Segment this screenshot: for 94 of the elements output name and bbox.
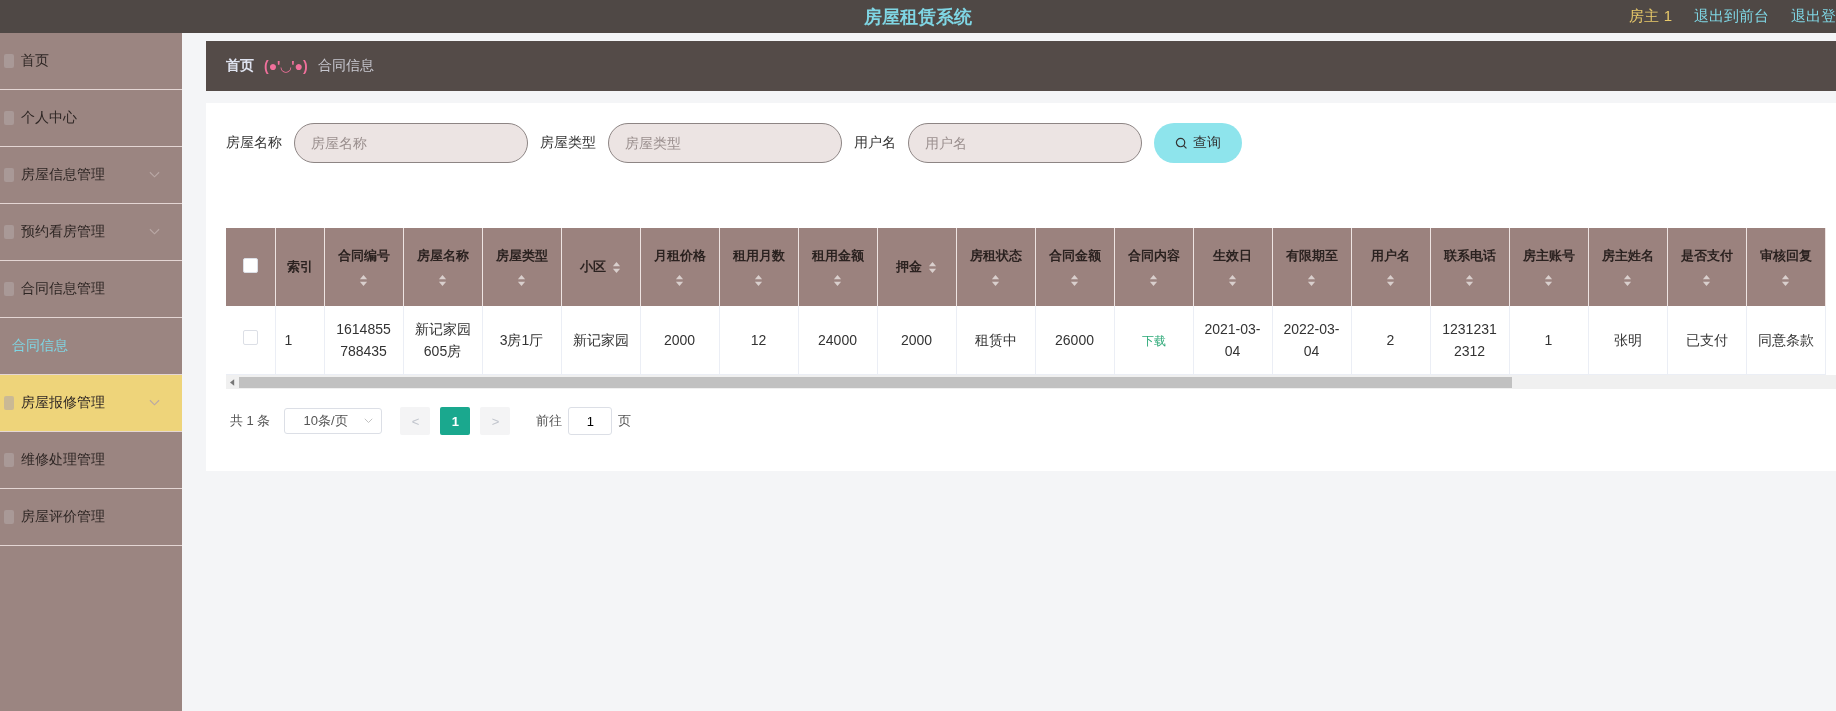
menu-item[interactable]: 预约看房管理 <box>0 204 182 261</box>
breadcrumb-current: 合同信息 <box>317 57 374 75</box>
column-header[interactable]: 合同编号 <box>324 228 403 306</box>
column-header[interactable]: 房租状态 <box>956 228 1035 306</box>
menu-item[interactable]: 房屋信息管理 <box>0 147 182 204</box>
search-field[interactable]: 房屋类型 <box>608 123 842 163</box>
goto-page-field[interactable]: 1 <box>568 407 613 435</box>
column-header[interactable]: 月租价格 <box>640 228 719 306</box>
sort-icon[interactable] <box>991 274 1000 287</box>
sort-icon[interactable] <box>1307 274 1316 287</box>
column-header[interactable]: 房屋类型 <box>482 228 561 306</box>
table-cell: 2022-03-04 <box>1283 321 1340 359</box>
page-size-select[interactable]: 10条/页 <box>284 408 383 434</box>
table-cell: 1 <box>1544 332 1553 348</box>
table-cell: 已支付 <box>1685 332 1728 348</box>
app-title: 房屋租赁系统 <box>864 5 972 29</box>
table-cell: 2000 <box>900 332 933 348</box>
table-cell: 2 <box>1386 332 1395 348</box>
sort-icon[interactable] <box>1070 274 1079 287</box>
column-header[interactable]: 押金 <box>877 228 956 306</box>
field-label: 用户名 <box>854 134 896 152</box>
sort-icon[interactable] <box>359 274 368 287</box>
column-header[interactable]: 房屋名称 <box>403 228 482 306</box>
sort-icon[interactable] <box>1781 274 1790 287</box>
column-header[interactable]: 审核回复 <box>1746 228 1825 306</box>
menu-item[interactable]: 首页 <box>0 33 182 90</box>
table-cell: 1 <box>284 332 293 348</box>
menu-item[interactable]: 房屋评价管理 <box>0 489 182 546</box>
search-field[interactable]: 房屋名称 <box>294 123 528 163</box>
total-count: 共 1 条 <box>230 412 271 430</box>
goto-suffix: 页 <box>618 412 632 430</box>
table-cell: 1614855788435 <box>336 321 391 359</box>
field-label: 房屋类型 <box>540 134 596 152</box>
column-header[interactable]: 房主账号 <box>1509 228 1588 306</box>
table-cell: 张明 <box>1613 332 1642 348</box>
select-all-checkbox[interactable] <box>242 258 258 273</box>
sort-icon[interactable] <box>612 260 621 274</box>
field-label: 房屋名称 <box>226 134 282 152</box>
search-button[interactable]: 查询 <box>1154 123 1242 163</box>
menu-item[interactable]: 维修处理管理 <box>0 432 182 489</box>
column-header[interactable]: 合同内容 <box>1114 228 1193 306</box>
table-cell: 同意条款 <box>1757 332 1814 348</box>
chevron-icon <box>364 418 374 424</box>
sort-icon[interactable] <box>517 274 526 287</box>
menu-icon <box>4 396 14 410</box>
column-header[interactable]: 房主姓名 <box>1588 228 1667 306</box>
table-cell: 3房1厅 <box>499 332 544 348</box>
row-checkbox[interactable] <box>242 330 258 345</box>
table-cell: 新记家园605房 <box>414 321 471 359</box>
table-cell: 12312312312 <box>1442 321 1497 359</box>
search-field[interactable]: 用户名 <box>908 123 1142 163</box>
menu-item[interactable]: 房屋报修管理 <box>0 375 182 432</box>
column-header[interactable]: 是否支付 <box>1667 228 1746 306</box>
scroll-left-icon[interactable] <box>230 378 235 386</box>
header-link[interactable]: 退出到前台 <box>1694 7 1769 26</box>
sort-icon[interactable] <box>1386 274 1395 287</box>
download-link[interactable]: 下载 <box>1141 333 1166 348</box>
sort-icon[interactable] <box>928 260 937 274</box>
column-header[interactable]: 小区 <box>561 228 640 306</box>
column-header[interactable]: 有限期至 <box>1272 228 1351 306</box>
menu-item[interactable]: 个人中心 <box>0 90 182 147</box>
table-cell: 2000 <box>663 332 696 348</box>
table-cell: 2021-03-04 <box>1204 321 1261 359</box>
table-cell: 租赁中 <box>974 332 1017 348</box>
sort-icon[interactable] <box>1149 274 1158 287</box>
sort-icon[interactable] <box>1228 274 1237 287</box>
horizontal-scrollbar[interactable] <box>226 375 1836 389</box>
user-label: 房主 1 <box>1629 7 1672 26</box>
table-cell: 24000 <box>818 332 857 348</box>
column-header[interactable]: 用户名 <box>1351 228 1430 306</box>
sort-icon[interactable] <box>1465 274 1474 287</box>
sort-icon[interactable] <box>1623 274 1632 287</box>
page-button[interactable]: 1 <box>440 407 471 435</box>
breadcrumb-home[interactable]: 首页 <box>226 57 254 75</box>
sort-icon[interactable] <box>438 274 447 287</box>
sort-icon[interactable] <box>754 274 763 287</box>
column-header[interactable]: 租用月数 <box>719 228 798 306</box>
column-header[interactable]: 生效日 <box>1193 228 1272 306</box>
search-icon <box>1175 136 1188 150</box>
breadcrumb-separator: (●'◡'●) <box>264 58 308 74</box>
table-cell: 26000 <box>1055 332 1094 348</box>
sort-icon[interactable] <box>1702 274 1711 287</box>
column-header[interactable]: 索引 <box>275 228 324 306</box>
column-header[interactable]: 联系电话 <box>1430 228 1509 306</box>
goto-label: 前往 <box>536 412 563 430</box>
sort-icon[interactable] <box>833 274 842 287</box>
sort-icon[interactable] <box>1544 274 1553 287</box>
sort-icon[interactable] <box>675 274 684 287</box>
menu-item[interactable]: 合同信息管理 <box>0 261 182 318</box>
table-cell: 新记家园 <box>572 332 629 348</box>
header-link[interactable]: 退出登 <box>1791 7 1836 26</box>
column-header[interactable]: 合同金额 <box>1035 228 1114 306</box>
table-cell: 12 <box>750 332 767 348</box>
column-header[interactable]: 租用金额 <box>798 228 877 306</box>
